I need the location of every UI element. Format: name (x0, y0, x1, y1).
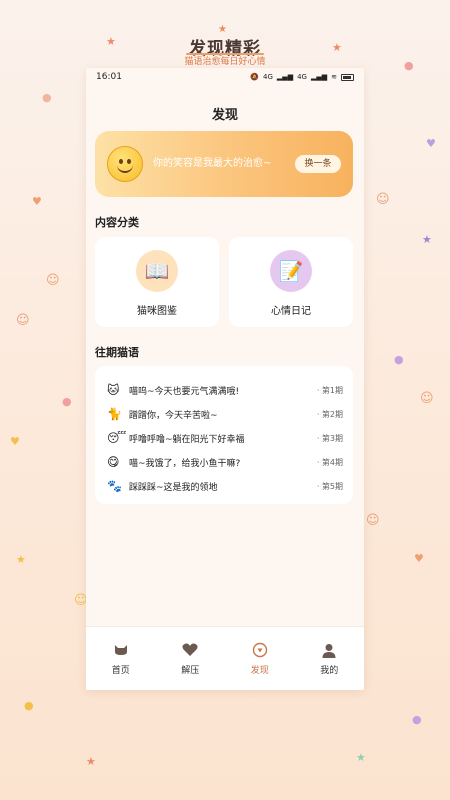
tab-profile[interactable]: 我的 (295, 627, 365, 690)
smile-decoration-icon: ☺ (420, 391, 434, 406)
tab-home[interactable]: 首页 (86, 627, 156, 690)
category-card-mood-diary[interactable]: 📝 心情日记 (229, 237, 353, 327)
promo-subtitle: 猫语治愈每日好心情 (184, 57, 266, 67)
past-messages-list: 🐱 喵呜~今天也要元气满满哦! · 第1期 🐈 蹭蹭你，今天辛苦啦~ · 第2期… (95, 366, 353, 504)
message-text: 踩踩踩~这是我的领地 (129, 482, 218, 493)
list-item[interactable]: 🐱 喵呜~今天也要元气满满哦! · 第1期 (107, 378, 343, 402)
message-text: 喵~我饿了，给我小鱼干嘛? (129, 458, 241, 469)
smile-decoration-icon: ☺ (376, 192, 390, 207)
cat-head-icon (86, 641, 156, 659)
star-decoration-icon: ★ (356, 751, 366, 764)
mute-icon: 🔕 (250, 73, 260, 81)
blob-decoration-icon: ● (62, 395, 72, 408)
episode-label: · 第2期 (316, 409, 343, 419)
categories-section-title: 内容分类 (95, 216, 139, 229)
smile-decoration-icon: ☺ (16, 313, 30, 328)
tab-relax[interactable]: 解压 (156, 627, 226, 690)
heart-icon (156, 641, 226, 659)
status-time: 16:01 (96, 72, 122, 82)
phone-screen: 16:01 🔕 4G ▂▄▆ 4G ▂▄▆ ≋ 发现 你的笑容是我最大的治愈~ … (86, 68, 364, 690)
tab-label: 解压 (181, 666, 200, 676)
smiley-face-icon (107, 146, 143, 182)
status-icons: 🔕 4G ▂▄▆ 4G ▂▄▆ ≋ (250, 73, 354, 81)
cat-face-icon: 🐱 (107, 383, 120, 397)
blob-decoration-icon: ● (394, 353, 404, 366)
episode-label: · 第5期 (316, 481, 343, 491)
tab-discover[interactable]: 发现 (225, 627, 295, 690)
blob-decoration-icon: ● (412, 713, 422, 726)
signal-icon: ▂▄▆ (310, 73, 328, 81)
heart-decoration-icon: ♥ (32, 195, 42, 208)
list-item[interactable]: 🐾 踩踩踩~这是我的领地 · 第5期 (107, 474, 343, 498)
category-label: 心情日记 (271, 306, 311, 317)
message-text: 呼噜呼噜~躺在阳光下好幸福 (129, 434, 245, 445)
sleepy-face-icon: 😴 (107, 431, 127, 445)
episode-label: · 第3期 (316, 433, 343, 443)
heart-decoration-icon: ♥ (10, 435, 20, 448)
tab-label: 发现 (250, 666, 269, 676)
category-label: 猫咪图鉴 (137, 306, 177, 317)
list-item[interactable]: 😴 呼噜呼噜~躺在阳光下好幸福 · 第3期 (107, 426, 343, 450)
heart-decoration-icon: ♥ (414, 552, 424, 565)
signal-icon: ▂▄▆ (276, 73, 294, 81)
tab-label: 我的 (320, 666, 339, 676)
category-card-cat-encyclopedia[interactable]: 📖 猫咪图鉴 (95, 237, 219, 327)
cat-icon: 🐈 (107, 407, 122, 421)
page-title: 发现 (211, 108, 238, 123)
wifi-icon: ≋ (331, 73, 337, 81)
refresh-quote-button[interactable]: 换一条 (295, 155, 341, 173)
episode-label: · 第1期 (316, 385, 343, 395)
list-item[interactable]: 🐈 蹭蹭你，今天辛苦啦~ · 第2期 (107, 402, 343, 426)
network-label: 4G (297, 73, 307, 81)
paw-prints-icon: 🐾 (107, 479, 122, 493)
network-label: 4G (263, 73, 273, 81)
battery-icon (341, 73, 354, 81)
episode-label: · 第4期 (316, 457, 343, 467)
tab-label: 首页 (111, 666, 130, 676)
list-item[interactable]: 😋 喵~我饿了，给我小鱼干嘛? · 第4期 (107, 450, 343, 474)
discover-icon (225, 641, 295, 659)
past-messages-section-title: 往期猫语 (95, 346, 139, 359)
star-decoration-icon: ★ (422, 233, 432, 246)
quote-text: 你的笑容是我最大的治愈~ (153, 158, 272, 169)
quote-card: 你的笑容是我最大的治愈~ 换一条 (95, 131, 353, 197)
book-icon: 📖 (136, 250, 178, 292)
heart-decoration-icon: ♥ (426, 137, 436, 150)
blob-decoration-icon: ● (42, 91, 52, 104)
star-decoration-icon: ★ (86, 755, 96, 768)
status-bar: 16:01 🔕 4G ▂▄▆ 4G ▂▄▆ ≋ (86, 68, 364, 86)
blob-decoration-icon: ● (24, 699, 34, 712)
message-text: 喵呜~今天也要元气满满哦! (129, 386, 240, 397)
smile-decoration-icon: ☺ (46, 273, 60, 288)
smile-decoration-icon: ☺ (366, 513, 380, 528)
message-text: 蹭蹭你，今天辛苦啦~ (129, 410, 218, 421)
memo-icon: 📝 (270, 250, 312, 292)
star-decoration-icon: ★ (16, 553, 26, 566)
person-icon (295, 641, 365, 659)
yummy-face-icon: 😋 (107, 455, 120, 469)
bottom-tab-bar: 首页 解压 发现 我的 (86, 626, 364, 690)
